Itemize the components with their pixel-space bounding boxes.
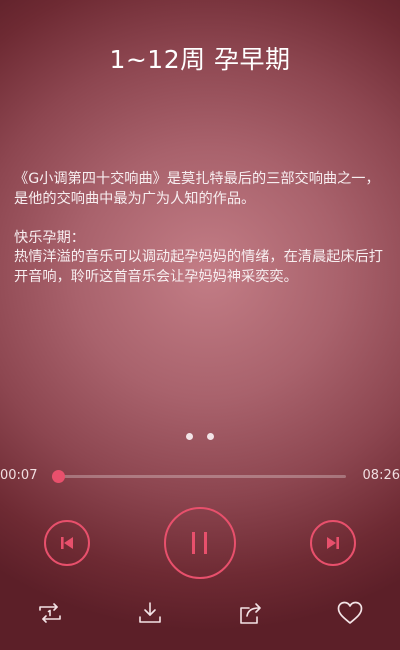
- page-dot[interactable]: [186, 433, 193, 440]
- favorite-button[interactable]: [335, 598, 365, 628]
- progress-row: 00:07 08:26: [0, 465, 400, 487]
- next-track-button[interactable]: [310, 520, 356, 566]
- page-title: 1~12周 孕早期: [109, 45, 291, 74]
- pause-icon: [192, 532, 207, 554]
- download-button[interactable]: [135, 598, 165, 628]
- skip-next-icon: [327, 537, 339, 549]
- share-button[interactable]: [236, 598, 266, 628]
- total-time: 08:26: [362, 468, 400, 483]
- music-player-screen: 1~12周 孕早期 《G小调第四十交响曲》是莫扎特最后的三部交响曲之一，是他的交…: [0, 0, 400, 650]
- action-bar: [0, 598, 400, 628]
- seek-bar[interactable]: [51, 470, 346, 483]
- skip-previous-icon: [61, 537, 73, 549]
- description-subheading: 快乐孕期：: [14, 229, 85, 246]
- previous-track-button[interactable]: [44, 520, 90, 566]
- description-intro: 《G小调第四十交响曲》是莫扎特最后的三部交响曲之一，是他的交响曲中最为广为人知的…: [14, 171, 380, 207]
- seek-thumb[interactable]: [51, 470, 65, 483]
- heart-icon: [337, 601, 363, 624]
- music-description: 《G小调第四十交响曲》是莫扎特最后的三部交响曲之一，是他的交响曲中最为广为人知的…: [14, 170, 388, 287]
- page-indicator: [0, 433, 400, 440]
- share-icon: [240, 603, 261, 624]
- play-pause-button[interactable]: [164, 507, 236, 579]
- description-body: 热情洋溢的音乐可以调动起孕妈妈的情绪，在清晨起床后打开音响，聆听这首音乐会让孕妈…: [14, 249, 383, 285]
- repeat-mode-button[interactable]: [35, 598, 65, 628]
- current-time: 00:07: [0, 468, 38, 483]
- page-dot[interactable]: [207, 433, 214, 440]
- repeat-icon: [39, 603, 61, 623]
- download-icon: [139, 602, 161, 623]
